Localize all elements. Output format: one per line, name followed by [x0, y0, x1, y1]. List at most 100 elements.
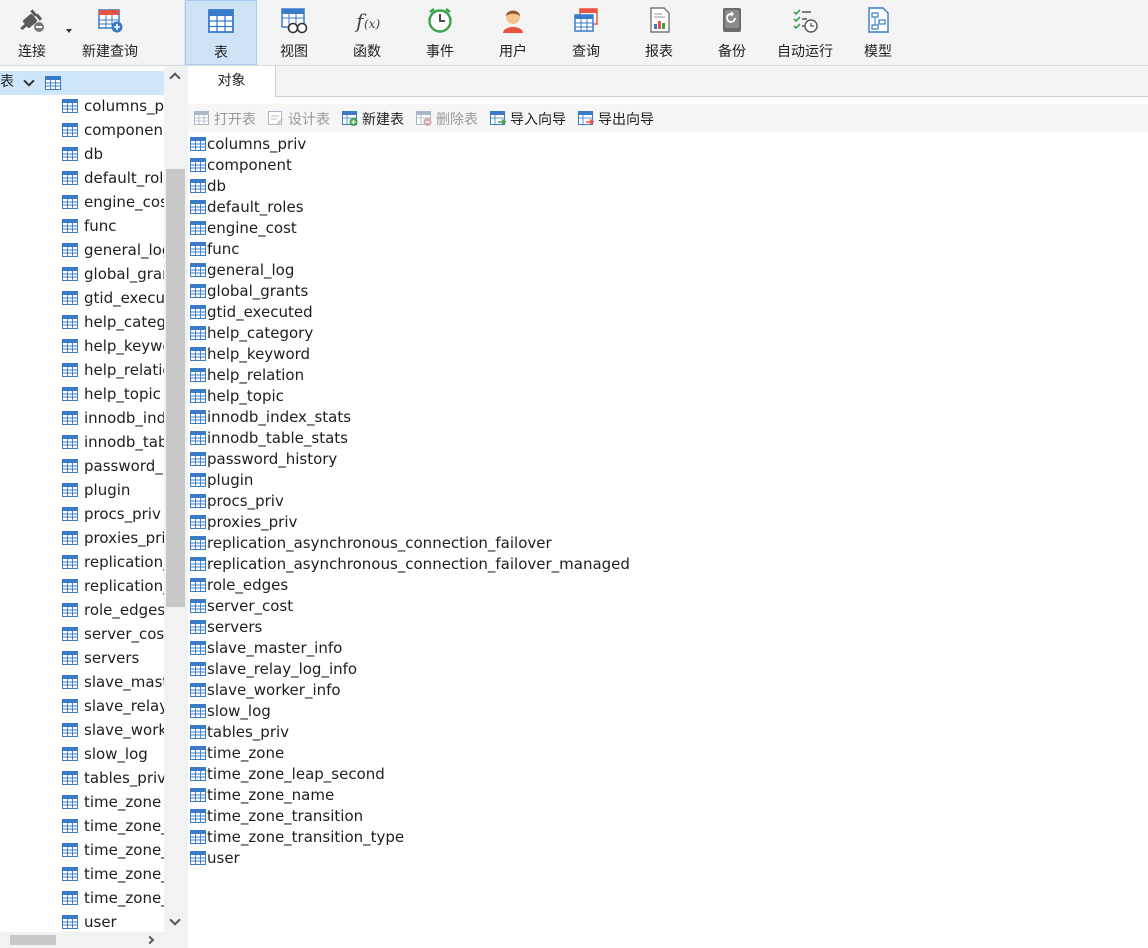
scrollbar-thumb[interactable]: [166, 169, 185, 607]
table-icon: [62, 99, 78, 113]
tree-item-table[interactable]: slow_log: [0, 742, 164, 766]
list-item-label: tables_priv: [207, 723, 290, 741]
tree-item-label: global_gran: [84, 265, 164, 283]
queries-label: 查询: [572, 44, 600, 60]
scrollbar-thumb[interactable]: [10, 935, 56, 945]
new-query-button[interactable]: 新建查询: [74, 0, 146, 65]
connect-dropdown-icon[interactable]: [66, 29, 72, 33]
tree-item-table[interactable]: replication_: [0, 574, 164, 598]
tree-item-table[interactable]: time_zone_: [0, 886, 164, 910]
tree-item-label: func: [84, 217, 117, 235]
scroll-up-icon[interactable]: [169, 72, 181, 84]
scroll-right-icon[interactable]: [145, 935, 155, 945]
table-icon: [62, 627, 78, 641]
tree-item-table[interactable]: time_zone: [0, 790, 164, 814]
tree-item-table[interactable]: tables_priv: [0, 766, 164, 790]
tables-label: 表: [214, 45, 228, 61]
users-button[interactable]: 用户: [477, 0, 549, 65]
tree-item-table[interactable]: slave_work: [0, 718, 164, 742]
events-button[interactable]: 事件: [404, 0, 476, 65]
tree-item-label: help_relatio: [84, 361, 164, 379]
tree-item-label: engine_cos: [84, 193, 164, 211]
tree-item-table[interactable]: columns_pr: [0, 94, 164, 118]
list-item-label: servers: [207, 618, 263, 636]
table-icon: [190, 326, 206, 340]
chevron-down-icon[interactable]: [23, 75, 35, 87]
tree-item-table[interactable]: help_keywo: [0, 334, 164, 358]
tables-button[interactable]: 表: [185, 0, 257, 65]
tree-item-table[interactable]: func: [0, 214, 164, 238]
functions-button[interactable]: f (x) 函数: [331, 0, 403, 65]
object-toolbar: 打开表 设计表 新建表 删除表 导入向导 导出向导: [188, 104, 1148, 132]
list-item-label: time_zone_transition: [207, 807, 364, 825]
tree-item-table[interactable]: procs_priv: [0, 502, 164, 526]
list-item-label: password_history: [207, 450, 338, 468]
tree-item-table[interactable]: default_role: [0, 166, 164, 190]
table-icon: [45, 76, 61, 90]
reports-button[interactable]: 报表: [623, 0, 695, 65]
scroll-down-icon[interactable]: [169, 914, 181, 926]
tree-item-label: time_zone: [84, 793, 162, 811]
tree-item-table[interactable]: help_relatio: [0, 358, 164, 382]
views-button[interactable]: 视图: [258, 0, 330, 65]
main-toolbar: 连接 新建查询 表 视图 f (x) 函数 事件 用户 查询 报表 备份 自动运…: [0, 0, 1148, 66]
backup-label: 备份: [718, 44, 746, 60]
model-icon: [868, 7, 889, 33]
backup-button[interactable]: 备份: [696, 0, 768, 65]
tree-item-table[interactable]: slave_maste: [0, 670, 164, 694]
connect-button[interactable]: 连接: [0, 0, 64, 65]
tree-item-table[interactable]: global_gran: [0, 262, 164, 286]
tree-horizontal-scrollbar[interactable]: [0, 932, 188, 948]
tree-item-table[interactable]: engine_cos: [0, 190, 164, 214]
tree-item-table[interactable]: time_zone_: [0, 862, 164, 886]
tree-item-table[interactable]: time_zone_: [0, 814, 164, 838]
table-icon: [190, 725, 206, 739]
tab-objects[interactable]: 对象: [188, 66, 276, 97]
table-icon: [190, 578, 206, 592]
tree-item-table[interactable]: db: [0, 142, 164, 166]
events-label: 事件: [426, 44, 454, 60]
tree-item-table[interactable]: time_zone_: [0, 838, 164, 862]
tree-item-table[interactable]: role_edges: [0, 598, 164, 622]
tree-item-table[interactable]: general_log: [0, 238, 164, 262]
queries-button[interactable]: 查询: [550, 0, 622, 65]
tree-item-table[interactable]: slave_relay_: [0, 694, 164, 718]
tree-item-table[interactable]: help_topic: [0, 382, 164, 406]
list-item-label: procs_priv: [207, 492, 284, 510]
tree-vertical-scrollbar[interactable]: [164, 66, 188, 932]
tree-item-label: replication_: [84, 553, 164, 571]
tree-item-table[interactable]: replication_: [0, 550, 164, 574]
tree-item-table[interactable]: gtid_execu: [0, 286, 164, 310]
svg-text:(x): (x): [364, 17, 380, 31]
table-icon: [190, 599, 206, 613]
tree-item-table[interactable]: server_cost: [0, 622, 164, 646]
list-item-label: time_zone_name: [207, 786, 335, 804]
clock-icon: [428, 8, 452, 33]
model-button[interactable]: 模型: [842, 0, 914, 65]
list-item-label: help_relation: [207, 366, 305, 384]
table-icon: [190, 620, 206, 634]
tree-item-table[interactable]: innodb_ind: [0, 406, 164, 430]
table-icon: [62, 483, 78, 497]
functions-label: 函数: [353, 44, 381, 60]
tree-item-table[interactable]: componen: [0, 118, 164, 142]
tree-item-label: default_role: [84, 169, 164, 187]
tree-item-table[interactable]: innodb_tab: [0, 430, 164, 454]
tree-item-table[interactable]: plugin: [0, 478, 164, 502]
table-icon: [62, 459, 78, 473]
table-icon: [62, 819, 78, 833]
new-query-icon: [98, 9, 123, 33]
automation-button[interactable]: 自动运行: [769, 0, 841, 65]
table-icon: [190, 137, 206, 151]
tree-item-table[interactable]: servers: [0, 646, 164, 670]
tree-item-table[interactable]: proxies_pri: [0, 526, 164, 550]
tree-item-table[interactable]: user: [0, 910, 164, 934]
tree-node-tables[interactable]: 表: [0, 71, 164, 95]
tree-item-table[interactable]: password_h: [0, 454, 164, 478]
tree-item-label: innodb_tab: [84, 433, 164, 451]
table-icon: [190, 683, 206, 697]
list-item-label: general_log: [207, 261, 295, 279]
tree-item-table[interactable]: help_categ: [0, 310, 164, 334]
table-icon: [190, 746, 206, 760]
tree-item-label: componen: [84, 121, 163, 139]
